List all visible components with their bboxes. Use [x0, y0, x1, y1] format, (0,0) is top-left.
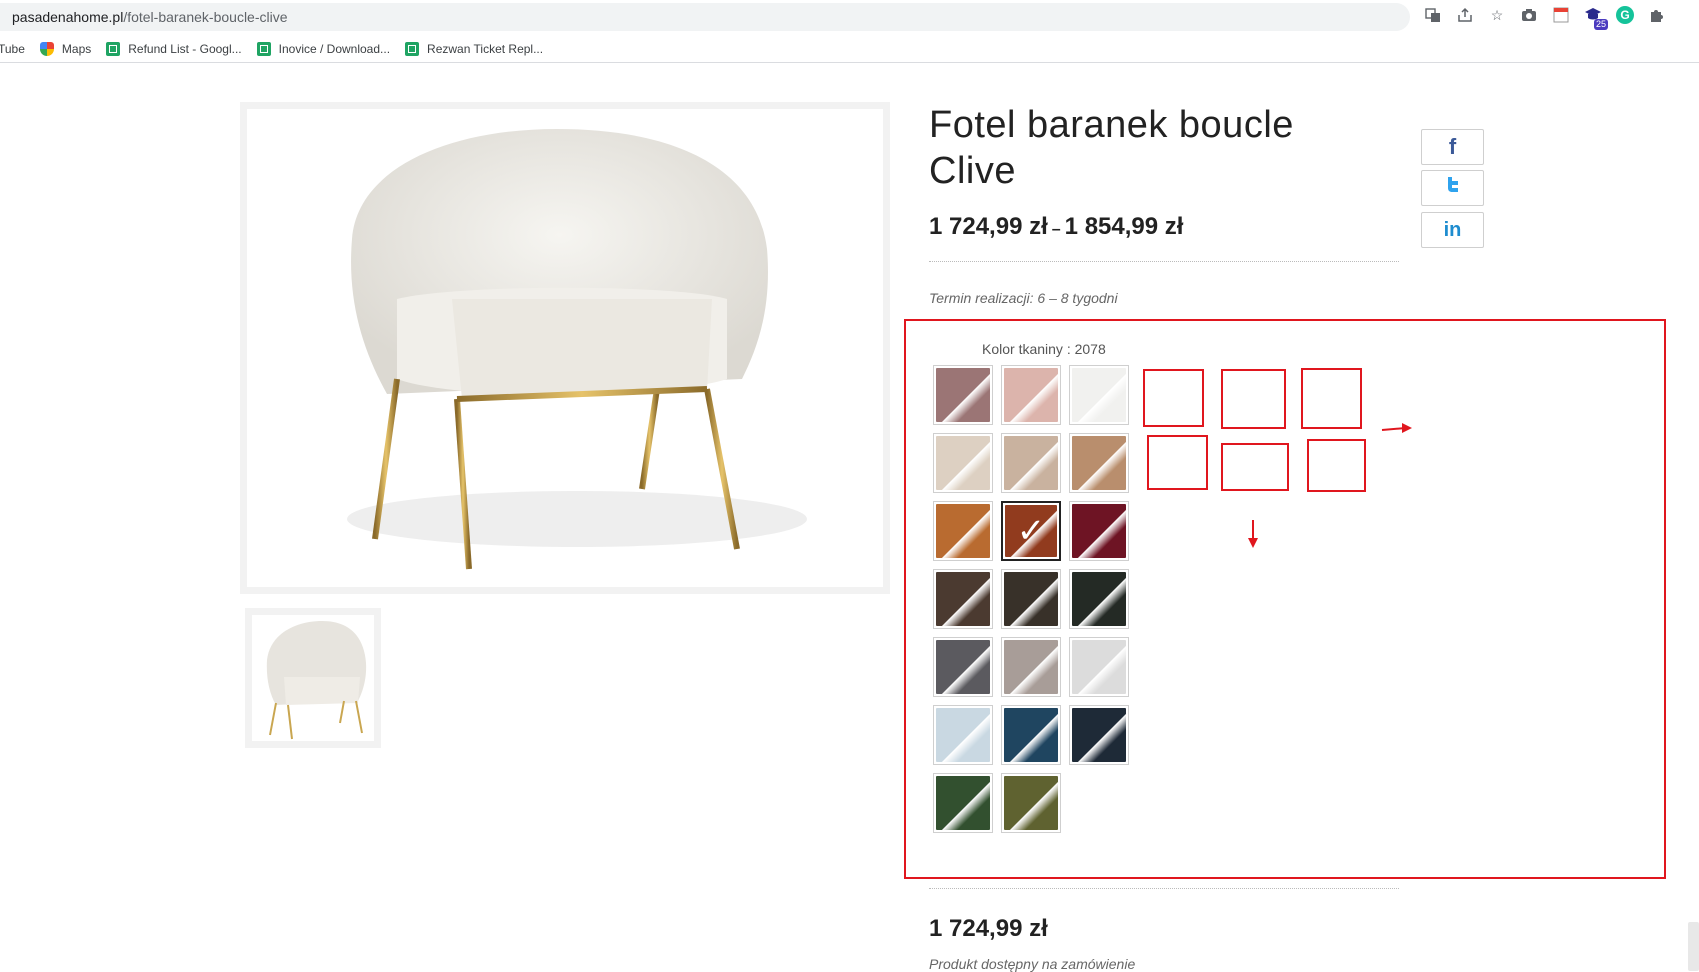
bookmark-invoice[interactable]: Inovice / Download...: [256, 42, 391, 56]
bookmark-label: Rezwan Ticket Repl...: [427, 42, 544, 56]
annotation-empty-box: [1221, 369, 1286, 429]
color-swatch[interactable]: [1069, 569, 1129, 629]
annotation-arrow-down-icon: [1248, 520, 1258, 548]
annotation-empty-box: [1221, 443, 1289, 491]
price-separator: –: [1051, 221, 1061, 238]
divider: [929, 888, 1399, 889]
bookmark-ticket[interactable]: Rezwan Ticket Repl...: [405, 42, 543, 56]
swatch-fabric-sample: [1004, 708, 1058, 762]
swatch-fabric-sample: [936, 504, 990, 558]
color-swatch[interactable]: [933, 773, 993, 833]
bookmark-refund-list[interactable]: Refund List - Googl...: [106, 42, 242, 56]
main-product-image[interactable]: [247, 109, 883, 587]
translate-icon[interactable]: [1424, 6, 1442, 24]
color-swatch[interactable]: [933, 501, 993, 561]
facebook-share-button[interactable]: f: [1421, 129, 1484, 165]
swatch-fabric-sample: [1072, 504, 1126, 558]
linkedin-share-button[interactable]: in: [1421, 212, 1484, 248]
extension-badge: 25: [1593, 19, 1608, 30]
color-swatch[interactable]: ✓: [1001, 501, 1061, 561]
fabric-color-label: Kolor tkaniny : 2078: [982, 341, 1106, 357]
color-swatch[interactable]: [933, 637, 993, 697]
color-swatch[interactable]: [1069, 365, 1129, 425]
color-swatch[interactable]: [1001, 365, 1061, 425]
price-min: 1 724,99 zł: [929, 213, 1048, 240]
swatch-fabric-sample: [1004, 368, 1058, 422]
graduation-cap-icon[interactable]: 25: [1584, 6, 1608, 30]
twitter-share-button[interactable]: [1421, 170, 1484, 206]
color-swatch[interactable]: [1069, 637, 1129, 697]
address-bar[interactable]: pasadenahome.pl/fotel-baranek-boucle-cli…: [0, 3, 1410, 31]
color-swatch[interactable]: [1069, 501, 1129, 561]
color-swatch[interactable]: [1001, 705, 1061, 765]
maps-icon: [39, 42, 54, 56]
bookmark-label: Tube: [0, 42, 25, 56]
sheets-icon: [106, 42, 121, 56]
price-max: 1 854,99 zł: [1064, 213, 1184, 240]
bookmark-label: Maps: [61, 42, 92, 56]
current-price: 1 724,99 zł: [929, 915, 1048, 942]
bookmark-maps[interactable]: Maps: [39, 42, 92, 56]
color-swatch[interactable]: [1069, 705, 1129, 765]
color-swatch[interactable]: [933, 365, 993, 425]
color-swatch[interactable]: [933, 433, 993, 493]
checkmark-icon: ✓: [1016, 512, 1046, 550]
color-swatch-grid: ✓: [933, 365, 1129, 833]
swatch-fabric-sample: [1004, 640, 1058, 694]
swatch-fabric-sample: [1072, 436, 1126, 490]
grammarly-icon[interactable]: G: [1616, 6, 1634, 24]
swatch-fabric-sample: [1004, 776, 1058, 830]
linkedin-icon: in: [1443, 218, 1462, 241]
lead-time: Termin realizacji: 6 – 8 tygodni: [929, 290, 1118, 306]
annotation-empty-box: [1301, 368, 1362, 429]
sheets-icon: [256, 42, 271, 56]
calendar-extension-icon[interactable]: [1552, 6, 1570, 24]
scrollbar-thumb[interactable]: [1688, 922, 1699, 971]
color-swatch[interactable]: [1001, 433, 1061, 493]
twitter-icon: [1443, 175, 1463, 201]
camera-icon[interactable]: [1520, 6, 1538, 24]
color-swatch[interactable]: [1001, 637, 1061, 697]
product-thumbnail[interactable]: [252, 615, 374, 741]
swatch-fabric-sample: [1072, 572, 1126, 626]
annotation-empty-box: [1307, 439, 1366, 492]
swatch-fabric-sample: [936, 640, 990, 694]
bookmarks-bar: Tube Maps Refund List - Googl... Inovice…: [0, 36, 1699, 63]
extensions-puzzle-icon[interactable]: [1648, 6, 1666, 24]
thumbnail-frame: [245, 608, 381, 748]
availability-note: Produkt dostępny na zamówienie: [929, 956, 1136, 972]
product-title: Fotel baranek boucle Clive: [929, 104, 1294, 192]
swatch-fabric-sample: [1004, 572, 1058, 626]
divider: [929, 261, 1399, 262]
swatch-fabric-sample: [936, 776, 990, 830]
bookmark-youtube[interactable]: Tube: [0, 42, 25, 56]
facebook-icon: f: [1448, 134, 1457, 159]
annotation-empty-box: [1143, 369, 1204, 427]
bookmark-label: Inovice / Download...: [278, 42, 391, 56]
swatch-fabric-sample: [1072, 708, 1126, 762]
annotation-arrow-right-icon: [1381, 423, 1412, 433]
share-icon[interactable]: [1456, 6, 1474, 24]
main-product-image-frame: [240, 102, 890, 594]
bookmark-label: Refund List - Googl...: [128, 42, 242, 56]
url-text: pasadenahome.pl/fotel-baranek-boucle-cli…: [12, 9, 288, 25]
sheets-icon: [405, 42, 420, 56]
color-swatch[interactable]: [1069, 433, 1129, 493]
color-swatch[interactable]: [933, 705, 993, 765]
swatch-fabric-sample: [1004, 436, 1058, 490]
swatch-fabric-sample: [1072, 368, 1126, 422]
annotation-empty-box: [1147, 435, 1208, 490]
color-swatch[interactable]: [1001, 569, 1061, 629]
color-swatch[interactable]: [1001, 773, 1061, 833]
swatch-fabric-sample: [936, 436, 990, 490]
price-range: 1 724,99 zł –1 854,99 zł: [929, 213, 1183, 241]
bookmark-star-icon[interactable]: ☆: [1488, 6, 1506, 24]
swatch-fabric-sample: [936, 572, 990, 626]
swatch-fabric-sample: [936, 368, 990, 422]
swatch-fabric-sample: [936, 708, 990, 762]
browser-toolbar: pasadenahome.pl/fotel-baranek-boucle-cli…: [0, 0, 1699, 34]
color-swatch[interactable]: [933, 569, 993, 629]
swatch-fabric-sample: [1072, 640, 1126, 694]
